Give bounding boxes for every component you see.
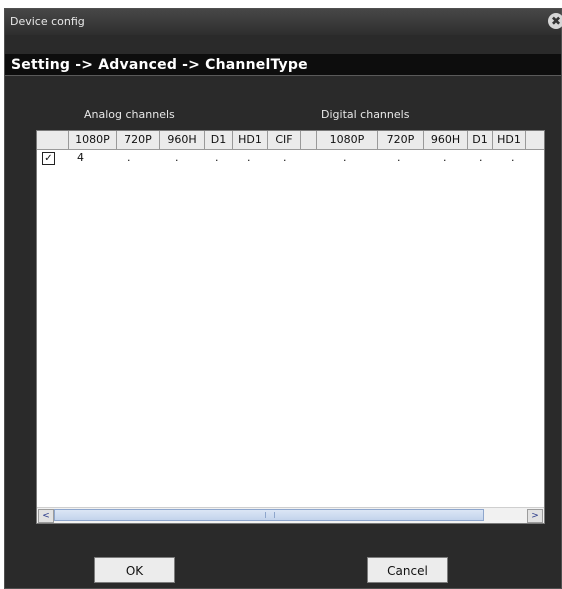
cell-analog-cif[interactable]: . [283, 151, 287, 164]
column-header-analog-1080p: 1080P [69, 131, 117, 149]
scroll-left-icon[interactable]: < [38, 509, 54, 523]
cell-digital-720p[interactable]: . [397, 151, 401, 164]
analog-channels-label: Analog channels [84, 108, 175, 121]
column-header-select [37, 131, 69, 149]
device-config-window: Device config ✖ Setting -> Advanced -> C… [4, 8, 562, 589]
cell-analog-720p[interactable]: . [127, 151, 131, 164]
channel-type-table: 1080P 720P 960H D1 HD1 CIF 1080P 720P 96… [36, 130, 545, 524]
channel-checkbox[interactable]: ✓ [42, 152, 55, 165]
cell-digital-960h[interactable]: . [443, 151, 447, 164]
scroll-right-icon[interactable]: > [527, 509, 543, 523]
cell-analog-hd1[interactable]: . [247, 151, 251, 164]
column-header-analog-cif: CIF [268, 131, 301, 149]
column-header-separator [301, 131, 317, 149]
cell-digital-1080p[interactable]: . [343, 151, 347, 164]
column-headers: 1080P 720P 960H D1 HD1 CIF 1080P 720P 96… [37, 131, 544, 150]
cell-digital-d1[interactable]: . [479, 151, 483, 164]
column-header-digital-960h: 960H [424, 131, 468, 149]
column-header-digital-1080p: 1080P [317, 131, 378, 149]
scroll-thumb[interactable] [54, 509, 484, 521]
column-header-analog-720p: 720P [117, 131, 160, 149]
horizontal-scrollbar[interactable]: < > [37, 507, 544, 523]
breadcrumb: Setting -> Advanced -> ChannelType [5, 54, 561, 76]
digital-channels-label: Digital channels [321, 108, 410, 121]
column-header-analog-960h: 960H [160, 131, 205, 149]
table-row[interactable]: ✓ 4 . . . . . . . . . . [37, 150, 544, 170]
cell-digital-hd1[interactable]: . [511, 151, 515, 164]
window-title: Device config [10, 15, 85, 28]
ok-button[interactable]: OK [94, 557, 175, 583]
cell-analog-d1[interactable]: . [215, 151, 219, 164]
column-header-digital-720p: 720P [378, 131, 424, 149]
channel-number: 4 [77, 151, 84, 164]
cell-analog-960h[interactable]: . [175, 151, 179, 164]
column-header-analog-d1: D1 [205, 131, 233, 149]
title-bar[interactable]: Device config ✖ [5, 9, 562, 35]
column-header-analog-hd1: HD1 [233, 131, 268, 149]
column-header-digital-hd1: HD1 [493, 131, 526, 149]
close-icon[interactable]: ✖ [548, 13, 562, 29]
scroll-grip-icon [265, 512, 275, 518]
column-header-digital-d1: D1 [468, 131, 493, 149]
cancel-button[interactable]: Cancel [367, 557, 448, 583]
